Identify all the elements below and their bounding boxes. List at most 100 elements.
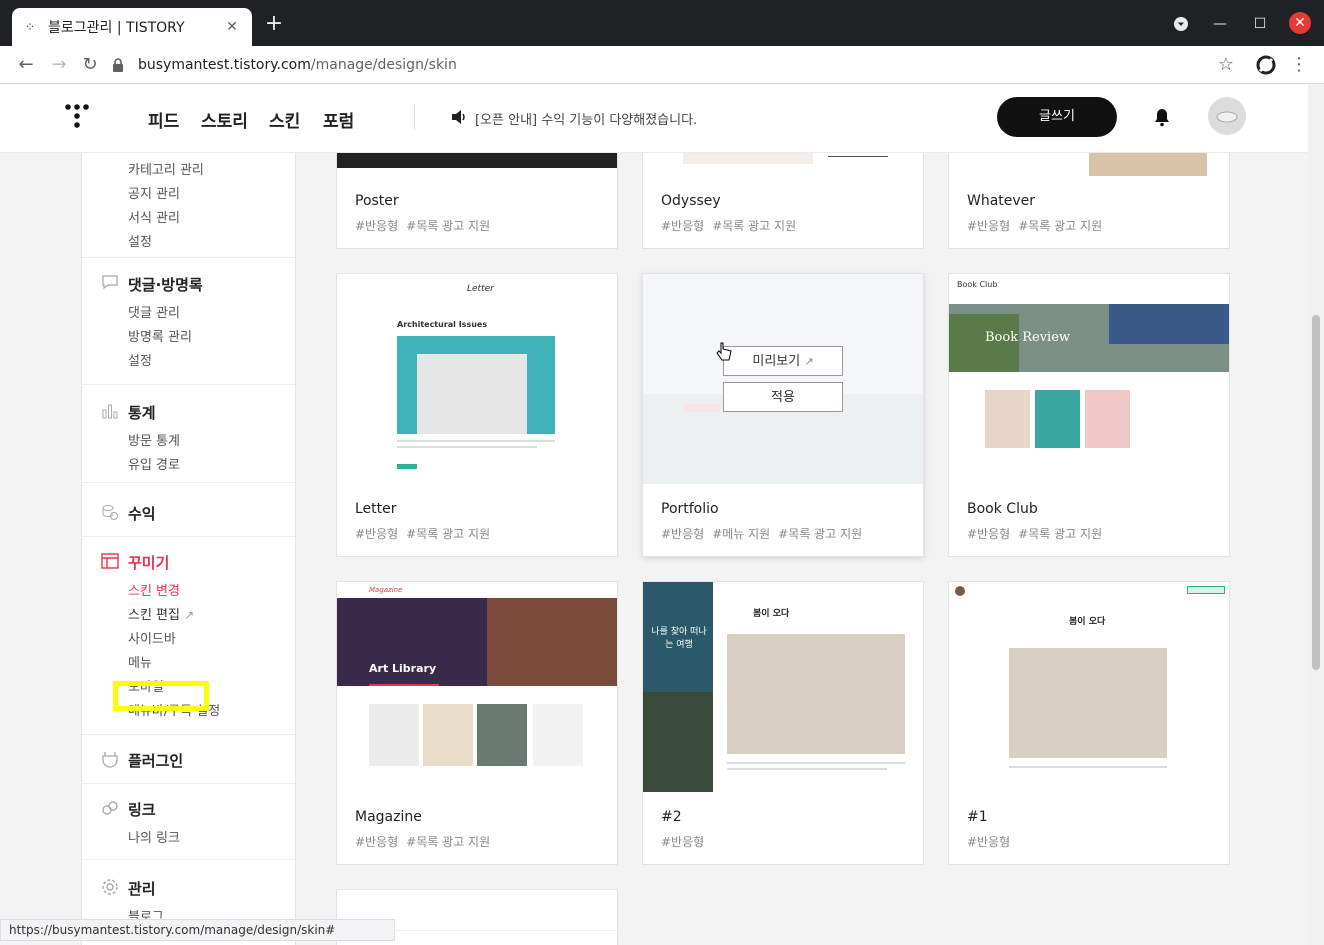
skin-tags: #반응형 (967, 833, 1018, 850)
skin-name: Book Club (967, 501, 1038, 517)
skin-card-magazine[interactable]: Magazine Art Library Magazine #반응형 #목록 광고… (336, 581, 618, 865)
divider (82, 859, 295, 860)
sidebar-section-stats[interactable]: 통계 (128, 402, 156, 423)
site-header: 피드 스토리 스킨 포럼 [오픈 안내] 수익 기능이 다양해졌습니다. 글쓰기 (0, 85, 1308, 153)
tag: #반응형 (661, 835, 705, 849)
lock-icon (112, 58, 126, 72)
skin-card-1[interactable]: 봄이 오다 #1 #반응형 (948, 581, 1230, 865)
sidebar-item-referrer[interactable]: 유입 경로 (128, 454, 180, 473)
sidebar-item-sidebar[interactable]: 사이드바 (128, 628, 176, 647)
bell-icon[interactable] (1152, 107, 1172, 127)
link-icon (102, 801, 118, 815)
bookmark-star-icon[interactable]: ☆ (1213, 52, 1239, 78)
skin-name: Poster (355, 193, 399, 209)
sidebar-section-plugin[interactable]: 플러그인 (128, 750, 183, 771)
skin-tags: #반응형 #메뉴 지원 #목록 광고 지원 (661, 525, 870, 542)
tag: #목록 광고 지원 (406, 527, 491, 541)
skin-edit-highlight (113, 681, 209, 711)
sidebar-section-design[interactable]: 꾸미기 (128, 552, 169, 573)
minimize-button[interactable]: — (1208, 12, 1232, 36)
new-tab-button[interactable]: + (262, 12, 286, 36)
maximize-button[interactable]: ☐ (1248, 12, 1272, 36)
sidebar-item-category[interactable]: 카테고리 관리 (128, 159, 204, 178)
browser-toolbar: ← → ↻ busymantest.tistory.com /manage/de… (0, 46, 1324, 84)
tag: #반응형 (967, 219, 1011, 233)
divider (82, 257, 295, 258)
tag: #반응형 (355, 527, 399, 541)
sidebar-item-comment-settings[interactable]: 설정 (128, 350, 152, 369)
skin-tags: #반응형 #목록 광고 지원 (967, 525, 1110, 542)
skin-card-portfolio[interactable]: 미리보기 ↗ 적용 Portfolio #반응형 #메뉴 지원 #목록 광고 지원 (642, 273, 924, 557)
comment-icon (102, 275, 118, 290)
sidebar-section-manage[interactable]: 관리 (128, 878, 156, 899)
apply-button[interactable]: 적용 (723, 382, 843, 412)
sidebar-item-guestbook-manage[interactable]: 방명록 관리 (128, 326, 192, 345)
browser-tab[interactable]: ⁘ 블로그관리 | TISTORY ✕ (12, 8, 252, 46)
nav-feed[interactable]: 피드 (148, 107, 179, 132)
address-bar[interactable]: busymantest.tistory.com /manage/design/s… (112, 50, 1242, 80)
browser-menu-icon[interactable]: ⋮ (1286, 52, 1312, 78)
skin-name: Letter (355, 501, 397, 517)
thumb-letter-heading: Architectural Issues (397, 320, 488, 329)
skin-card-book-club[interactable]: Book Club Book Review Book Club #반응형 #목록 … (948, 273, 1230, 557)
sidebar-item-template[interactable]: 서식 관리 (128, 207, 180, 226)
skin-card-2[interactable]: 나를 찾아 떠나는 여행 봄이 오다 #2 #반응형 (642, 581, 924, 865)
url-path: /manage/design/skin (310, 57, 457, 73)
sidebar-item-skin-edit[interactable]: 스킨 편집 ↗ (128, 604, 194, 623)
gear-icon (102, 879, 118, 895)
sidebar-section-link[interactable]: 링크 (128, 799, 156, 820)
layout-icon (101, 553, 119, 569)
tab-close-icon[interactable]: ✕ (222, 17, 242, 37)
back-button[interactable]: ← (13, 52, 39, 78)
plugin-icon (102, 752, 118, 768)
skin-tags: #반응형 #목록 광고 지원 (661, 217, 804, 234)
sidebar-section-revenue[interactable]: 수익 (128, 503, 156, 524)
tag: #반응형 (967, 835, 1011, 849)
sidebar-item-menu[interactable]: 메뉴 (128, 652, 152, 671)
page-scrollbar[interactable] (1308, 85, 1324, 945)
sidebar-item-my-link[interactable]: 나의 링크 (128, 827, 180, 846)
skin-name: Portfolio (661, 501, 719, 517)
extension-icon[interactable] (1253, 52, 1279, 78)
tab-title: 블로그관리 | TISTORY (48, 20, 185, 36)
sidebar-item-comment-manage[interactable]: 댓글 관리 (128, 302, 180, 321)
header-divider (414, 104, 415, 130)
skin-name: #1 (967, 809, 988, 825)
close-window-button[interactable]: ✕ (1289, 12, 1311, 34)
thumb-post-title: 봄이 오다 (753, 609, 790, 619)
sidebar-item-visit-stats[interactable]: 방문 통계 (128, 430, 180, 449)
skin-name: Odyssey (661, 193, 721, 209)
notice-text[interactable]: [오픈 안내] 수익 기능이 다양해졌습니다. (475, 109, 697, 128)
tag: #목록 광고 지원 (406, 835, 491, 849)
tag: #반응형 (661, 219, 705, 233)
sidebar-item-content-settings[interactable]: 설정 (128, 231, 152, 250)
external-link-icon: ↗ (184, 608, 195, 622)
skin-thumbnail: 나를 찾아 떠나는 여행 봄이 오다 (643, 582, 923, 792)
avatar[interactable] (1208, 97, 1246, 135)
skin-card-letter[interactable]: Letter Architectural Issues Letter #반응형 #… (336, 273, 618, 557)
speaker-icon (452, 110, 465, 124)
preview-button[interactable]: 미리보기 ↗ (723, 346, 843, 376)
tistory-logo-icon[interactable] (62, 101, 92, 131)
tag: #목록 광고 지원 (406, 219, 491, 233)
sidebar-section-comments[interactable]: 댓글·방명록 (128, 274, 203, 295)
tistory-favicon-icon: ⁘ (24, 20, 36, 34)
forward-button[interactable]: → (46, 52, 72, 78)
sidebar-item-skin-change[interactable]: 스킨 변경 (128, 580, 180, 599)
scroll-thumb[interactable] (1312, 315, 1320, 670)
tag: #반응형 (355, 219, 399, 233)
profile-dropdown-icon[interactable] (1169, 12, 1193, 36)
tag: #목록 광고 지원 (1018, 219, 1103, 233)
tag: #반응형 (355, 835, 399, 849)
sidebar-item-notice[interactable]: 공지 관리 (128, 183, 180, 202)
write-button[interactable]: 글쓰기 (997, 97, 1117, 137)
divider (82, 734, 295, 735)
preview-label: 미리보기 (752, 354, 801, 369)
nav-skin[interactable]: 스킨 (269, 107, 300, 132)
skin-tags: #반응형 #목록 광고 지원 (967, 217, 1110, 234)
reload-button[interactable]: ↻ (77, 52, 103, 78)
skin-thumbnail: Book Club Book Review (949, 274, 1229, 484)
nav-forum[interactable]: 포럼 (323, 107, 354, 132)
nav-story[interactable]: 스토리 (201, 107, 248, 132)
coins-icon (102, 505, 118, 520)
